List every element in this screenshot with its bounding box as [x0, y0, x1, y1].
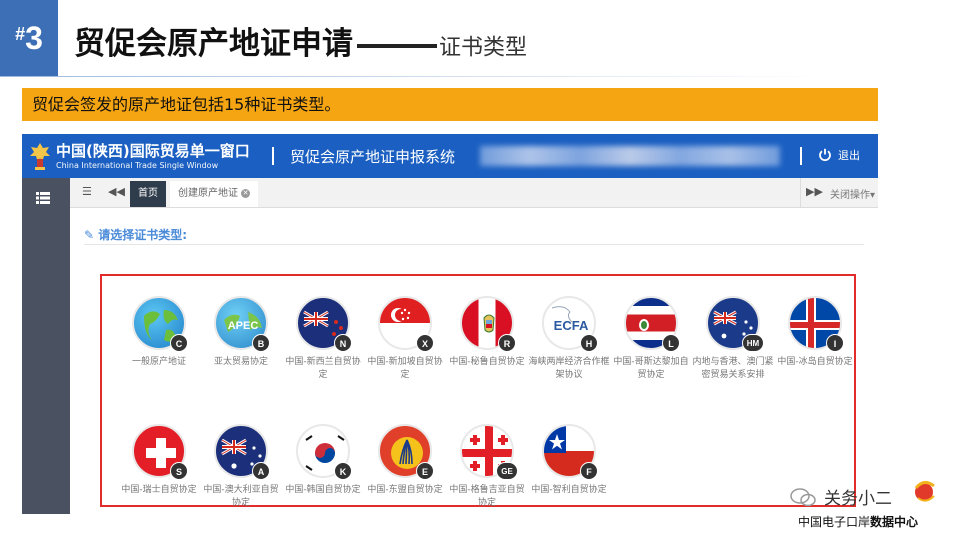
cert-type-korea[interactable]: K 中国-韩国自贸协定 [282, 424, 364, 497]
cert-type-singapore[interactable]: X 中国-新加坡自贸协定 [364, 296, 446, 382]
tab-bar-right-divider [800, 178, 801, 207]
cert-label: 内地与香港、澳门紧密贸易关系安排 [692, 357, 774, 380]
cert-type-apta[interactable]: APEC B 亚太贸易协定 [200, 296, 282, 369]
app-screenshot: 中国(陕西)国际贸易单一窗口 China International Trade… [22, 134, 878, 514]
slide-subtitle: 证书类型 [439, 35, 528, 61]
cert-type-hk-macau[interactable]: HM 内地与香港、澳门紧密贸易关系安排 [692, 296, 774, 382]
slide-number: 3 [25, 19, 43, 56]
tab-create-label: 创建原产地证 [178, 188, 238, 199]
badge: I [826, 334, 844, 352]
cert-label: 中国-瑞士自贸协定 [121, 485, 197, 495]
badge: B [252, 334, 270, 352]
slide-number-hash: # [15, 23, 26, 44]
badge: X [416, 334, 434, 352]
brand-cn: 中国(陕西)国际贸易单一窗口 [56, 142, 250, 160]
section-label: ✎ 请选择证书类型: [84, 226, 187, 243]
cert-label: 中国-冰岛自贸协定 [777, 357, 853, 367]
slide-title: 贸促会原产地证申请 证书类型 [74, 18, 527, 63]
logout-label: 退出 [838, 149, 860, 162]
badge: N [334, 334, 352, 352]
power-icon [819, 148, 831, 162]
close-operations-dropdown[interactable]: 关闭操作▾ [830, 186, 875, 201]
brand-en: China International Trade Single Window [56, 161, 219, 170]
badge: C [170, 334, 188, 352]
tab-home[interactable]: 首页 [130, 181, 166, 207]
cert-label: 中国-格鲁吉亚自贸协定 [449, 485, 525, 508]
cert-type-new-zealand[interactable]: N 中国-新西兰自贸协定 [282, 296, 364, 382]
sidebar [22, 178, 70, 514]
cert-type-australia[interactable]: A 中国-澳大利亚自贸协定 [200, 424, 282, 510]
cert-label: 中国-智利自贸协定 [531, 485, 607, 495]
cert-type-peru[interactable]: R 中国-秘鲁自贸协定 [446, 296, 528, 369]
cert-type-ecfa[interactable]: ECFA H 海峡两岸经济合作框架协议 [528, 296, 610, 382]
svg-text:APEC: APEC [228, 320, 259, 332]
cert-type-asean[interactable]: E 中国-东盟自贸协定 [364, 424, 446, 497]
watermark-footer-normal: 中国电子口岸 [798, 515, 871, 529]
hamburger-icon[interactable]: ☰ [82, 185, 92, 198]
blurred-user-info [480, 146, 780, 166]
cert-label: 亚太贸易协定 [213, 357, 268, 367]
badge: S [170, 462, 188, 480]
svg-text:ECFA: ECFA [554, 318, 589, 333]
slide-title-text: 贸促会原产地证申请 [74, 26, 353, 62]
tab-bar: ☰ ◀◀ 首页 创建原产地证 ✕ ▶▶ 关闭操作▾ [70, 178, 878, 208]
watermark-footer: 中国电子口岸数据中心 [798, 513, 918, 530]
header-rule [0, 76, 830, 77]
badge: R [498, 334, 516, 352]
app-topbar: 中国(陕西)国际贸易单一窗口 China International Trade… [22, 134, 878, 178]
title-dash [357, 43, 437, 48]
section-divider [84, 244, 864, 245]
brand: 中国(陕西)国际贸易单一窗口 China International Trade… [56, 140, 250, 170]
cert-label: 中国-韩国自贸协定 [285, 485, 361, 495]
cert-label: 中国-哥斯达黎加自贸协定 [613, 357, 689, 380]
grid-menu-icon[interactable] [36, 192, 50, 204]
topbar-separator [272, 147, 274, 165]
cert-type-georgia[interactable]: GE 中国-格鲁吉亚自贸协定 [446, 424, 528, 510]
cert-label: 一般原产地证 [131, 357, 186, 367]
banner-bar: 贸促会签发的原产地证包括15种证书类型。 [22, 88, 878, 121]
watermark-footer-bold: 数据中心 [870, 515, 919, 529]
fast-forward-icon[interactable]: ▶▶ [806, 185, 823, 198]
section-label-text: 请选择证书类型: [98, 228, 188, 242]
topbar-separator [800, 147, 802, 165]
system-title: 贸促会原产地证申报系统 [290, 148, 456, 166]
cert-label: 中国-澳大利亚自贸协定 [203, 485, 279, 508]
badge: E [416, 462, 434, 480]
cert-label: 中国-秘鲁自贸协定 [449, 357, 525, 367]
badge: L [662, 334, 680, 352]
watermark-text: 关务小二 [824, 489, 892, 509]
cert-type-switzerland[interactable]: S 中国-瑞士自贸协定 [118, 424, 200, 497]
badge: K [334, 462, 352, 480]
logout-button[interactable]: 退出 [818, 147, 860, 163]
badge: GE [496, 462, 518, 480]
customs-logo-icon [30, 143, 50, 170]
edit-icon: ✎ [84, 228, 99, 242]
rewind-icon[interactable]: ◀◀ [108, 185, 125, 198]
slide-number-box: #3 [0, 0, 58, 76]
badge: F [580, 462, 598, 480]
cert-label: 海峡两岸经济合作框架协议 [528, 357, 610, 380]
cert-label: 中国-新加坡自贸协定 [367, 357, 443, 380]
badge: A [252, 462, 270, 480]
badge: H [580, 334, 598, 352]
cert-label: 中国-东盟自贸协定 [367, 485, 443, 495]
tab-close-icon[interactable]: ✕ [241, 188, 250, 198]
badge: HM [742, 334, 764, 352]
cert-type-chile[interactable]: F 中国-智利自贸协定 [528, 424, 610, 497]
cert-type-iceland[interactable]: I 中国-冰岛自贸协定 [774, 296, 856, 369]
cert-label: 中国-新西兰自贸协定 [285, 357, 361, 380]
cert-type-general[interactable]: C 一般原产地证 [118, 296, 200, 369]
tab-create-certificate[interactable]: 创建原产地证 ✕ [170, 181, 258, 207]
cert-type-costa-rica[interactable]: L 中国-哥斯达黎加自贸协定 [610, 296, 692, 382]
